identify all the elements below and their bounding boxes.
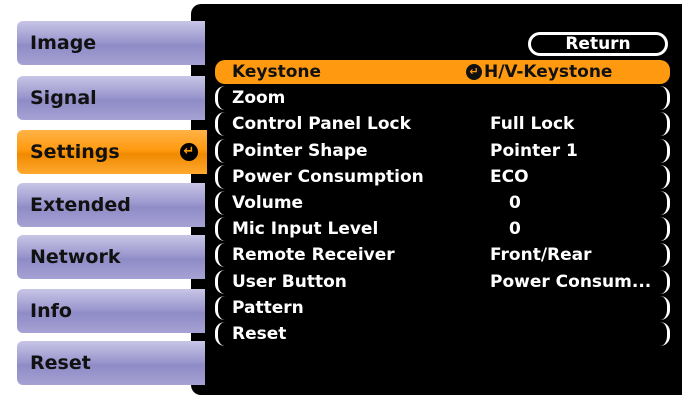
menu-item-mic-input-level[interactable]: Mic Input Level 0 xyxy=(215,217,670,241)
menu-item-value: ECO xyxy=(490,167,529,187)
tab-extended[interactable]: Extended xyxy=(17,183,205,227)
menu-item-value: Full Lock xyxy=(490,114,575,134)
menu-item-remote-receiver[interactable]: Remote Receiver Front/Rear xyxy=(215,243,670,267)
menu-item-label: Volume xyxy=(232,193,304,213)
menu-item-label: Keystone xyxy=(232,62,322,82)
menu-item-label: Power Consumption xyxy=(232,167,424,187)
menu-item-label: Reset xyxy=(232,324,287,344)
menu-item-reset[interactable]: Reset xyxy=(215,322,670,346)
tab-network[interactable]: Network xyxy=(17,235,205,279)
tab-extended-label: Extended xyxy=(30,194,131,216)
enter-icon: ↵ xyxy=(180,143,198,161)
tab-network-label: Network xyxy=(30,246,121,268)
menu-item-label: Remote Receiver xyxy=(232,245,395,265)
menu-item-label: Mic Input Level xyxy=(232,219,379,239)
projector-settings-menu: Image Signal Settings ↵ Extended Network… xyxy=(0,0,682,399)
tab-image[interactable]: Image xyxy=(17,21,205,65)
tab-settings-label: Settings xyxy=(30,141,120,163)
menu-item-value: Pointer 1 xyxy=(490,141,578,161)
menu-item-value: Power Consum... xyxy=(490,272,652,292)
tab-reset-label: Reset xyxy=(30,352,91,374)
tab-settings[interactable]: Settings ↵ xyxy=(17,130,207,174)
menu-item-keystone[interactable]: Keystone ↵ H/V-Keystone xyxy=(215,60,670,84)
menu-item-value: 0 xyxy=(509,193,521,213)
tab-signal-label: Signal xyxy=(30,87,97,109)
menu-item-pointer-shape[interactable]: Pointer Shape Pointer 1 xyxy=(215,139,670,163)
tab-info[interactable]: Info xyxy=(17,289,205,333)
menu-item-label: Pointer Shape xyxy=(232,141,368,161)
tab-signal[interactable]: Signal xyxy=(17,76,205,120)
menu-item-value: ↵ H/V-Keystone xyxy=(466,61,612,83)
menu-item-power-consumption[interactable]: Power Consumption ECO xyxy=(215,165,670,189)
menu-item-label: Pattern xyxy=(232,298,304,318)
menu-item-zoom[interactable]: Zoom xyxy=(215,86,670,110)
menu-item-label: Control Panel Lock xyxy=(232,114,411,134)
menu-item-pattern[interactable]: Pattern xyxy=(215,296,670,320)
menu-item-control-panel-lock[interactable]: Control Panel Lock Full Lock xyxy=(215,112,670,136)
menu-item-value-text: H/V-Keystone xyxy=(484,62,613,82)
tab-info-label: Info xyxy=(30,300,72,322)
menu-item-volume[interactable]: Volume 0 xyxy=(215,191,670,215)
menu-item-user-button[interactable]: User Button Power Consum... xyxy=(215,270,670,294)
menu-item-label: Zoom xyxy=(232,88,286,108)
tab-image-label: Image xyxy=(30,32,97,54)
menu-item-label: User Button xyxy=(232,272,347,292)
menu-item-value: 0 xyxy=(509,219,521,239)
enter-icon: ↵ xyxy=(466,64,482,80)
return-button[interactable]: Return xyxy=(528,32,668,56)
menu-item-value: Front/Rear xyxy=(490,245,592,265)
tab-reset[interactable]: Reset xyxy=(17,341,205,385)
